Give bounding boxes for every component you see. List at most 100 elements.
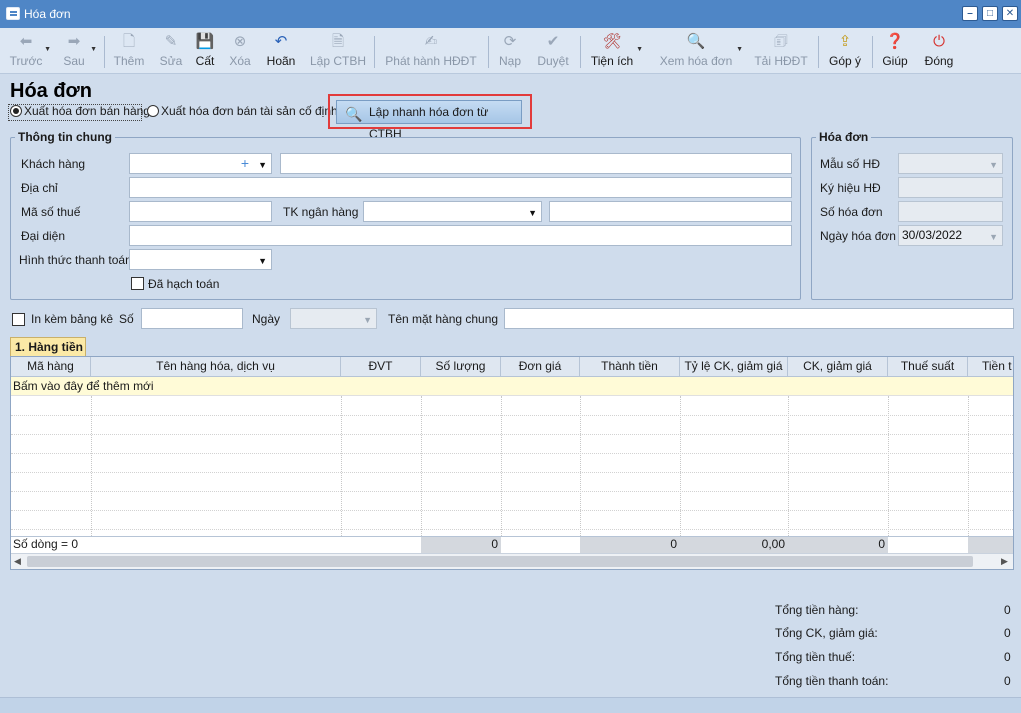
total-payment-value: 0 — [1004, 674, 1011, 688]
bottom-bar — [0, 697, 1021, 713]
column-header[interactable]: Thuế suất — [888, 357, 968, 377]
close-button[interactable]: ⏻ Đóng — [920, 30, 958, 72]
create-ctbh-button[interactable]: 🗎 Lập CTBH — [310, 30, 366, 72]
total-tax-value: 0 — [1004, 650, 1011, 664]
scroll-thumb[interactable] — [27, 556, 973, 567]
view-invoice-button[interactable]: 🔍 Xem hóa đơn ▼ — [656, 30, 743, 72]
delete-button[interactable]: ⊗ Xóa — [226, 30, 254, 72]
address-field[interactable] — [129, 177, 792, 198]
chevron-down-icon[interactable]: ▼ — [989, 156, 998, 175]
minimize-button[interactable]: – — [962, 6, 978, 21]
representative-field[interactable] — [129, 225, 792, 246]
grid-summary-row: Số dòng = 0 0 0 0,00 0 — [11, 536, 1013, 553]
grid-header: Mã hàng Tên hàng hóa, dịch vụ ĐVT Số lượ… — [11, 357, 1013, 377]
issue-einvoice-button[interactable]: ✍ Phát hành HĐĐT — [384, 30, 478, 72]
dropdown-caret-icon[interactable]: ▼ — [736, 46, 743, 53]
bank-name-field[interactable] — [549, 201, 792, 222]
chevron-down-icon[interactable]: ▼ — [258, 156, 267, 175]
dropdown-caret-icon[interactable]: ▼ — [44, 46, 51, 53]
radio-asset-invoice[interactable]: Xuất hóa đơn bán tài sản cố định — [147, 104, 338, 120]
total-goods-label: Tổng tiền hàng: — [775, 603, 859, 617]
edit-document-icon: ✎ — [164, 33, 178, 50]
plus-icon[interactable]: + — [241, 154, 249, 173]
address-label: Địa chỉ — [21, 181, 58, 195]
payment-method-combo[interactable]: ▼ — [129, 249, 272, 270]
edit-button[interactable]: ✎ Sửa — [156, 30, 186, 72]
grid-line — [91, 396, 92, 536]
approve-button[interactable]: ✔ Duyệt — [534, 30, 572, 72]
chevron-down-icon[interactable]: ▼ — [363, 311, 372, 330]
toolbar-separator — [374, 36, 375, 68]
tab-goods-money[interactable]: 1. Hàng tiền — [10, 337, 86, 357]
grid-line — [888, 396, 889, 536]
total-discount: 0 — [788, 537, 888, 553]
invoice-date-picker[interactable]: 30/03/2022 ▼ — [898, 225, 1003, 246]
radio-unselected-icon — [147, 105, 159, 117]
add-new-row[interactable]: Bấm vào đây để thêm mới — [11, 377, 1013, 396]
page-title: Hóa đơn — [10, 80, 92, 102]
feedback-button[interactable]: ⇪ Góp ý — [826, 30, 864, 72]
form-number-combo[interactable]: ▼ — [898, 153, 1003, 174]
total-discount-value: 0 — [1004, 626, 1011, 640]
previous-button[interactable]: ⬅ Trước ▼ — [8, 30, 51, 72]
dropdown-caret-icon[interactable]: ▼ — [636, 46, 643, 53]
column-header[interactable]: Tỷ lệ CK, giảm giá — [680, 357, 788, 377]
total-quantity: 0 — [421, 537, 501, 553]
attach-list-label: In kèm bảng kê — [31, 312, 114, 326]
add-button[interactable]: 🗋 Thêm — [112, 30, 146, 72]
list-date-picker[interactable]: ▼ — [290, 308, 377, 329]
list-number-field[interactable] — [141, 308, 243, 329]
chevron-down-icon[interactable]: ▼ — [258, 252, 267, 271]
column-header[interactable]: Mã hàng — [11, 357, 91, 377]
toolbar-separator — [580, 36, 581, 68]
grid-line — [11, 453, 1013, 454]
utilities-button[interactable]: 🛠 Tiện ích ▼ — [588, 30, 643, 72]
quick-create-from-ctbh-button[interactable]: 🔍 Lập nhanh hóa đơn từ CTBH — [336, 100, 522, 141]
grid-line — [968, 396, 969, 536]
close-window-button[interactable]: ✕ — [1002, 6, 1018, 21]
attach-list-checkbox[interactable] — [12, 313, 25, 326]
toolbar-separator — [818, 36, 819, 68]
customer-code-combo[interactable]: + ▼ — [129, 153, 272, 174]
total-tax-label: Tổng tiền thuế: — [775, 650, 856, 664]
download-einvoice-button[interactable]: 🗊 Tải HĐĐT — [752, 30, 810, 72]
column-header[interactable]: Đơn giá — [501, 357, 580, 377]
next-button[interactable]: ➡ Sau ▼ — [58, 30, 97, 72]
chevron-down-icon[interactable]: ▼ — [528, 204, 537, 223]
scroll-left-icon[interactable]: ◀ — [14, 556, 21, 567]
total-amount: 0 — [580, 537, 680, 553]
delete-icon: ⊗ — [233, 33, 247, 50]
scroll-right-icon[interactable]: ▶ — [1001, 556, 1008, 567]
customer-name-field[interactable] — [280, 153, 792, 174]
new-document-icon: 🗋 — [122, 33, 136, 50]
grid-line — [11, 491, 1013, 492]
horizontal-scrollbar[interactable]: ◀ ▶ — [11, 553, 1013, 569]
bank-account-combo[interactable]: ▼ — [363, 201, 542, 222]
column-header[interactable]: Tên hàng hóa, dịch vụ — [91, 357, 341, 377]
reload-button[interactable]: ⟳ Nạp — [496, 30, 524, 72]
dropdown-caret-icon[interactable]: ▼ — [90, 46, 97, 53]
form-number-label: Mẫu số HĐ — [820, 157, 881, 171]
tax-code-field[interactable] — [129, 201, 272, 222]
chevron-down-icon[interactable]: ▼ — [989, 228, 998, 247]
column-header[interactable]: CK, giảm giá — [788, 357, 888, 377]
postpone-button[interactable]: ↶ Hoãn — [264, 30, 298, 72]
toolbar-separator — [488, 36, 489, 68]
radio-sales-invoice[interactable]: Xuất hóa đơn bán hàng — [10, 104, 150, 120]
save-button[interactable]: 💾 Cất — [192, 30, 218, 72]
help-button[interactable]: ❓ Giúp — [880, 30, 910, 72]
invoice-symbol-field[interactable] — [898, 177, 1003, 198]
column-header[interactable]: Thành tiền — [580, 357, 680, 377]
invoice-number-label: Số hóa đơn — [820, 205, 883, 219]
maximize-button[interactable]: □ — [982, 6, 998, 21]
common-item-name-field[interactable] — [504, 308, 1014, 329]
posted-checkbox[interactable] — [131, 277, 144, 290]
total-goods-value: 0 — [1004, 603, 1011, 617]
grid-line — [680, 396, 681, 536]
invoice-number-field[interactable] — [898, 201, 1003, 222]
column-header[interactable]: ĐVT — [341, 357, 421, 377]
toolbar: ⬅ Trước ▼ ➡ Sau ▼ 🗋 Thêm ✎ Sửa 💾 Cất ⊗ X… — [0, 28, 1021, 74]
column-header[interactable]: Số lượng — [421, 357, 501, 377]
column-header[interactable]: Tiền t — [968, 357, 1013, 377]
grid-line — [421, 396, 422, 536]
